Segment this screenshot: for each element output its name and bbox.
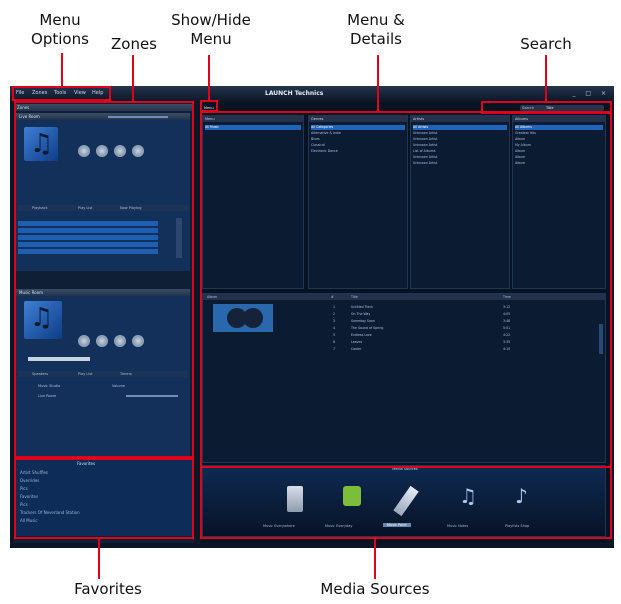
app-title: LAUNCH Technics <box>265 90 324 97</box>
window-controls[interactable]: _ □ × <box>572 90 610 97</box>
highlight-menu-details <box>200 111 612 468</box>
highlight-menu-options <box>12 86 111 101</box>
callout-favorites: Favorites <box>74 580 142 598</box>
callout-line-media-sources <box>374 539 376 579</box>
callout-line-menu-options <box>61 53 63 86</box>
callout-menu-details: Menu & Details <box>347 11 405 48</box>
callout-zones: Zones <box>110 35 157 53</box>
callout-menu-options: Menu Options <box>31 11 89 48</box>
callout-line-menu-details <box>377 55 379 113</box>
callout-line-zones <box>132 55 134 103</box>
highlight-zones <box>14 101 194 458</box>
callout-search: Search <box>520 35 572 53</box>
callout-line-show-hide-menu <box>208 55 210 101</box>
callout-media-sources: Media Sources <box>320 580 430 598</box>
callout-line-search <box>545 55 547 103</box>
callout-show-hide-menu: Show/Hide Menu <box>171 11 251 48</box>
highlight-search <box>481 101 612 114</box>
highlight-favorites <box>14 458 194 539</box>
highlight-media-sources <box>200 466 612 539</box>
callout-line-favorites <box>98 539 100 579</box>
